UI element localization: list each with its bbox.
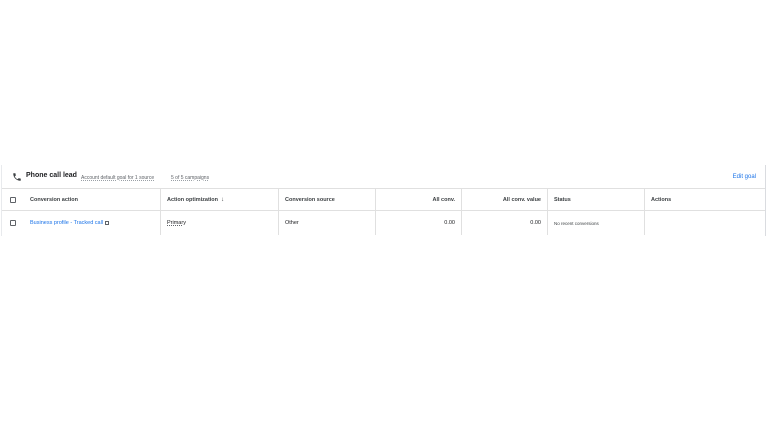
action-optimization-value[interactable]: Primary	[167, 220, 186, 226]
all-conv-value-cell: 0.00	[461, 211, 547, 235]
campaigns-link[interactable]: 5 of 5 campaigns	[171, 175, 209, 181]
table-row: Business profile - Tracked call Primary …	[2, 211, 765, 235]
header-actions: Actions	[644, 189, 766, 210]
row-checkbox[interactable]	[10, 220, 16, 226]
action-optimization-cell: Primary	[160, 211, 278, 235]
status-cell: No recent conversions	[547, 211, 644, 235]
header-conversion-source[interactable]: Conversion source	[278, 189, 375, 210]
actions-cell	[644, 211, 766, 235]
sort-down-icon: ↓	[221, 196, 225, 203]
row-select-cell	[2, 211, 24, 235]
header-status[interactable]: Status	[547, 189, 644, 210]
conversion-action-cell: Business profile - Tracked call	[24, 211, 160, 235]
conversion-source-cell: Other	[278, 211, 375, 235]
select-all-cell	[2, 189, 24, 210]
header-action-optimization-label: Action optimization	[167, 196, 219, 203]
external-link-icon[interactable]	[105, 221, 110, 225]
edit-goal-button[interactable]: Edit goal	[733, 174, 756, 180]
select-all-checkbox[interactable]	[10, 196, 16, 203]
goal-header: Phone call lead Account default goal for…	[2, 165, 765, 189]
header-action-optimization[interactable]: Action optimization ↓	[160, 189, 278, 210]
goal-title: Phone call lead	[26, 172, 77, 179]
default-goal-link[interactable]: Account default goal for 1 source	[81, 175, 154, 181]
phone-icon	[13, 173, 21, 181]
header-all-conv[interactable]: All conv.	[375, 189, 461, 210]
conversion-action-link[interactable]: Business profile - Tracked call	[30, 220, 103, 226]
goal-panel: Phone call lead Account default goal for…	[1, 165, 766, 236]
table-header-row: Conversion action Action optimization ↓ …	[2, 189, 765, 211]
all-conv-cell: 0.00	[375, 211, 461, 235]
header-all-conv-value[interactable]: All conv. value	[461, 189, 547, 210]
header-conversion-action[interactable]: Conversion action	[24, 189, 160, 210]
